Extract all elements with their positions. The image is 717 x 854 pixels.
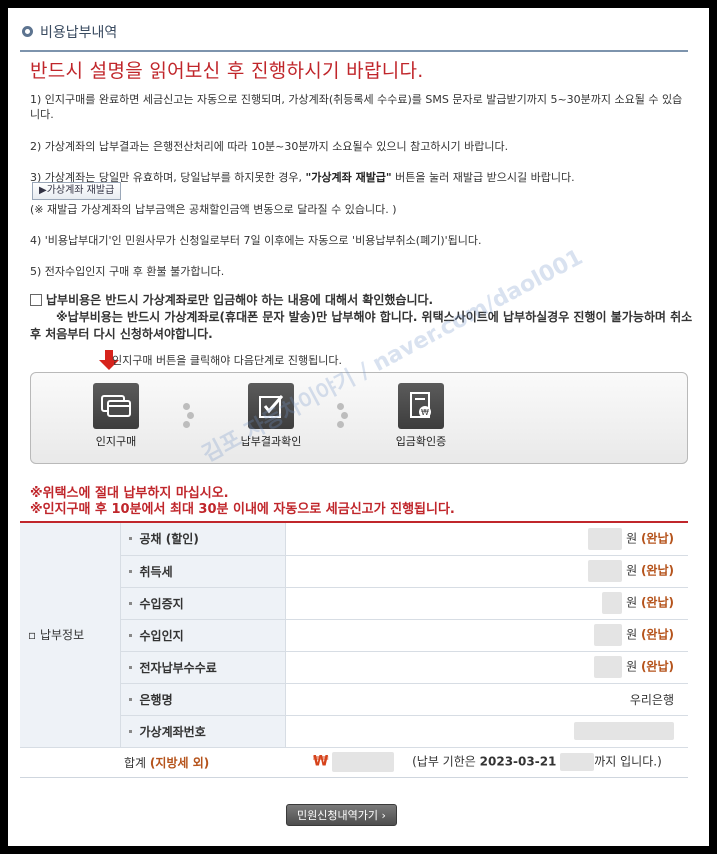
note-2: 2) 가상계좌의 납부결과는 은행전산처리에 따라 10분~30분까지 소요될수… bbox=[30, 140, 509, 153]
total-value: ₩ (납부 기한은 2023-03-21 까지 입니다.) bbox=[285, 747, 688, 778]
warning-2: ※인지구매 후 10분에서 최대 30분 이내에 자동으로 세금신고가 진행됩니… bbox=[30, 502, 455, 517]
note-3-b: "가상계좌 재발급" bbox=[305, 171, 392, 184]
note-3-sub: (※ 재발급 가상계좌의 납부금액은 공채할인금액 변동으로 달라질 수 있습니… bbox=[30, 203, 397, 216]
section-title-text: 비용납부내역 bbox=[40, 25, 118, 41]
row-value: 원 (완납) bbox=[285, 523, 688, 556]
row-label: 가상계좌번호 bbox=[120, 715, 286, 748]
page-frame: 비용납부내역 반드시 설명을 읽어보신 후 진행하시기 바랍니다. 1) 인지구… bbox=[8, 8, 709, 846]
note-1: 1) 인지구매를 완료하면 세금신고는 자동으로 진행되며, 가상계좌(취등록세… bbox=[30, 93, 683, 121]
step-label: 납부결과확인 bbox=[240, 435, 302, 448]
table-row: 취득세 원 (완납) bbox=[20, 555, 688, 588]
note-4: 4) '비용납부대기'인 민원사무가 신청일로부터 7일 이후에는 자동으로 '… bbox=[30, 234, 482, 247]
table-row: 은행명 우리은행 bbox=[20, 683, 688, 716]
row-value: 원 (완납) bbox=[285, 587, 688, 620]
confirm-line-2: ※납부비용는 반드시 가상계좌로(휴대폰 문자 발송)만 납부해야 합니다. 위… bbox=[30, 310, 693, 341]
row-label: 수입인지 bbox=[120, 619, 286, 652]
table-row: 수입증지 원 (완납) bbox=[20, 587, 688, 620]
step-deposit-cert[interactable]: ₩ 입금확인증 bbox=[386, 383, 456, 449]
confirm-line-1: 납부비용은 반드시 가상계좌로만 입금해야 하는 내용에 대해서 확인했습니다. bbox=[30, 292, 694, 309]
row-value: 원 (완납) bbox=[285, 555, 688, 588]
reissue-account-button[interactable]: ▶가상계좌 재발급 bbox=[32, 182, 122, 200]
guide-text: 인지구매 버튼을 클릭해야 다음단계로 진행됩니다. bbox=[112, 354, 343, 367]
section-title: 비용납부내역 bbox=[20, 22, 688, 52]
bank-name: 우리은행 bbox=[285, 683, 688, 716]
note-5: 5) 전자수입인지 구매 후 환불 불가합니다. bbox=[30, 265, 225, 278]
row-label: 수입증지 bbox=[120, 587, 286, 620]
steps-panel: 인지구매 납부결과확인 ₩ 입금확인증 bbox=[30, 372, 688, 464]
card-icon bbox=[93, 383, 139, 429]
row-label: 공채 (할인) bbox=[120, 523, 286, 556]
table-row: 수입인지 원 (완납) bbox=[20, 619, 688, 652]
circle-bullet-icon bbox=[22, 26, 33, 37]
step-dots-icon bbox=[183, 401, 195, 430]
confirm-block: 납부비용은 반드시 가상계좌로만 입금해야 하는 내용에 대해서 확인했습니다.… bbox=[30, 292, 694, 343]
confirm-checkbox[interactable] bbox=[30, 294, 42, 306]
headline: 반드시 설명을 읽어보신 후 진행하시기 바랍니다. bbox=[30, 60, 424, 82]
row-label: 취득세 bbox=[120, 555, 286, 588]
total-row: 합계 (지방세 외) ₩ (납부 기한은 2023-03-21 까지 입니다.) bbox=[20, 747, 688, 778]
payment-info-table: ▫ 납부정보 공채 (할인) 원 (완납) 취득세 원 (완납) 수입증지 원 … bbox=[20, 523, 688, 778]
step-stamp-purchase[interactable]: 인지구매 bbox=[81, 383, 151, 449]
row-label: 은행명 bbox=[120, 683, 286, 716]
total-label: 합계 (지방세 외) bbox=[120, 747, 285, 778]
confirm-text: 납부비용은 반드시 가상계좌로만 입금해야 하는 내용에 대해서 확인했습니다. bbox=[46, 293, 434, 307]
step-payment-result[interactable]: 납부결과확인 bbox=[236, 383, 306, 449]
group-label: ▫ 납부정보 bbox=[20, 523, 121, 748]
step-label: 인지구매 bbox=[95, 435, 137, 448]
receipt-icon: ₩ bbox=[398, 383, 444, 429]
svg-text:₩: ₩ bbox=[421, 408, 429, 417]
table-row: ▫ 납부정보 공채 (할인) 원 (완납) bbox=[20, 523, 688, 748]
row-value: 원 (완납) bbox=[285, 619, 688, 652]
virtual-account-number bbox=[285, 715, 688, 748]
note-3-c: 버튼을 눌러 재발급 받으시길 바랍니다. bbox=[395, 171, 575, 184]
step-dots-icon bbox=[337, 401, 349, 430]
table-row: 전자납부수수료 원 (완납) bbox=[20, 651, 688, 684]
check-doc-icon bbox=[248, 383, 294, 429]
won-icon: ₩ bbox=[313, 753, 329, 770]
step-label: 입금확인증 bbox=[395, 435, 447, 448]
go-applications-button[interactable]: 민원신청내역가기 › bbox=[286, 804, 397, 826]
table-row: 가상계좌번호 bbox=[20, 715, 688, 748]
row-label: 전자납부수수료 bbox=[120, 651, 286, 684]
row-value: 원 (완납) bbox=[285, 651, 688, 684]
note-3: 3) 가상계좌는 당일만 유효하며, 당일납부를 하지못한 경우, "가상계좌 … bbox=[30, 170, 690, 185]
